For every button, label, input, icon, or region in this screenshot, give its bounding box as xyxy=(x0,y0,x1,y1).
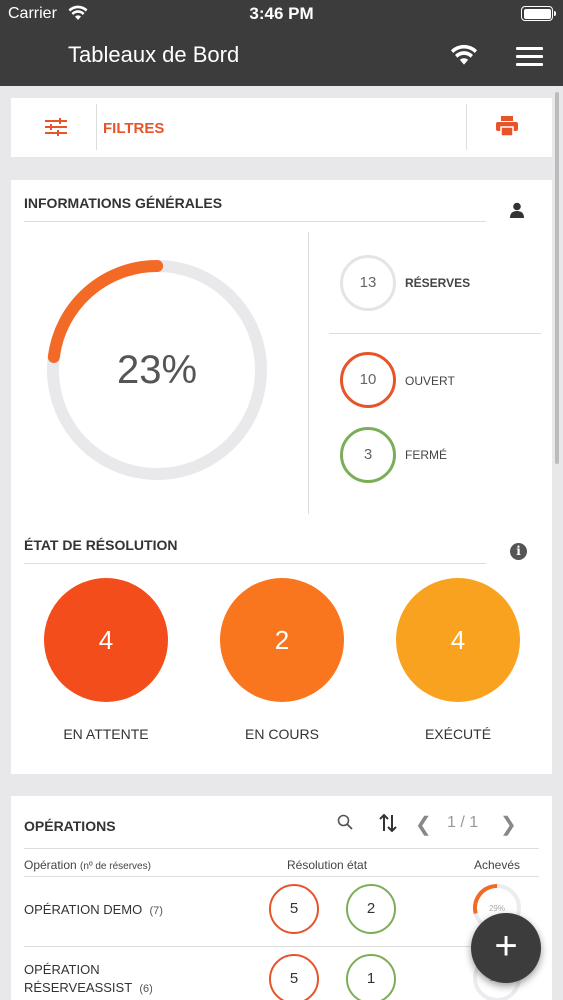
divider xyxy=(24,221,486,222)
filter-sliders-icon[interactable] xyxy=(45,118,67,136)
open-reserves-count[interactable]: 5 xyxy=(269,954,319,1000)
executed-circle[interactable]: 4 xyxy=(396,578,520,702)
column-operation-note: (nº de réserves) xyxy=(80,861,151,872)
closed-reserves-count[interactable]: 1 xyxy=(346,954,396,1000)
divider xyxy=(308,232,309,514)
column-header-resolution: Résolution état xyxy=(287,858,368,872)
divider xyxy=(96,104,97,150)
closed-label: FERMÉ xyxy=(405,448,447,462)
general-info-title: INFORMATIONS GÉNÉRALES xyxy=(24,195,223,211)
closed-reserves-count[interactable]: 2 xyxy=(346,884,396,934)
progress-percent: 23% xyxy=(116,348,198,392)
search-icon[interactable] xyxy=(337,814,353,830)
scrollbar[interactable] xyxy=(555,92,559,464)
open-reserves-count[interactable]: 5 xyxy=(269,884,319,934)
operation-name-line1: OPÉRATION xyxy=(24,962,100,977)
operation-count: (7) xyxy=(149,905,163,917)
divider xyxy=(466,104,467,150)
divider xyxy=(24,946,539,947)
divider xyxy=(329,333,541,334)
status-bar: Carrier 3:46 PM xyxy=(0,0,563,30)
divider xyxy=(24,848,539,849)
operation-name: OPÉRATION DEMO xyxy=(24,902,143,917)
closed-count[interactable]: 3 xyxy=(340,427,396,483)
battery-icon xyxy=(521,6,556,21)
page-indicator: 1 / 1 xyxy=(447,814,479,831)
column-header-done: Achevés xyxy=(474,858,521,872)
filters-button[interactable]: FILTRES xyxy=(103,120,164,137)
divider xyxy=(24,876,539,877)
add-button[interactable]: + xyxy=(471,913,541,983)
column-operation-label: Opération xyxy=(24,858,77,872)
general-info-card: INFORMATIONS GÉNÉRALES 23% 13 RÉSERVES 1… xyxy=(11,180,552,774)
open-count[interactable]: 10 xyxy=(340,352,396,408)
info-icon[interactable]: i xyxy=(510,543,527,560)
print-icon[interactable] xyxy=(496,116,518,136)
hamburger-menu-icon[interactable] xyxy=(516,47,543,67)
operations-card: OPÉRATIONS ❮ 1 / 1 ❯ Opération (nº de ré… xyxy=(11,796,552,1000)
operation-row-name[interactable]: OPÉRATION RÉSERVEASSIST (6) xyxy=(24,961,153,998)
prev-page-icon[interactable]: ❮ xyxy=(415,812,432,837)
reserves-count: 13 xyxy=(340,255,396,311)
page-title: Tableaux de Bord xyxy=(68,42,240,67)
pending-label: EN ATTENTE xyxy=(63,726,149,742)
open-label: OUVERT xyxy=(405,374,455,388)
operation-count: (6) xyxy=(139,983,153,995)
reserves-label: RÉSERVES xyxy=(405,276,471,290)
operation-row-name[interactable]: OPÉRATION DEMO (7) xyxy=(24,901,163,920)
column-header-operation: Opération (nº de réserves) xyxy=(24,858,151,872)
filters-bar: FILTRES xyxy=(11,98,552,157)
operation-name-line2: RÉSERVEASSIST xyxy=(24,980,133,995)
status-time: 3:46 PM xyxy=(249,4,314,23)
pending-circle[interactable]: 4 xyxy=(44,578,168,702)
done-percent: 29% xyxy=(488,904,505,913)
sort-icon[interactable] xyxy=(379,813,397,833)
executed-label: EXÉCUTÉ xyxy=(424,726,492,742)
in-progress-label: EN COURS xyxy=(245,726,319,742)
top-bar: Carrier 3:46 PM Tableaux de Bord xyxy=(0,0,563,86)
resolution-title: ÉTAT DE RÉSOLUTION xyxy=(24,537,178,553)
divider xyxy=(24,563,486,564)
next-page-icon[interactable]: ❯ xyxy=(500,812,517,837)
operations-title: OPÉRATIONS xyxy=(24,818,116,834)
in-progress-circle[interactable]: 2 xyxy=(220,578,344,702)
user-icon[interactable] xyxy=(509,202,525,218)
wifi-icon[interactable] xyxy=(450,44,478,66)
